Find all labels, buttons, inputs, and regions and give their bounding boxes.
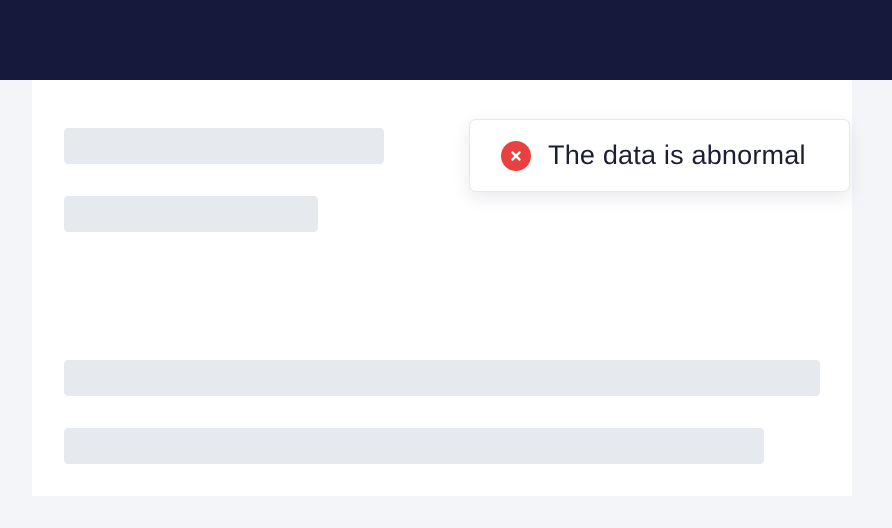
skeleton-line-title (64, 128, 384, 164)
skeleton-line-subtitle (64, 196, 318, 232)
error-toast: The data is abnormal (469, 119, 850, 192)
toast-message: The data is abnormal (548, 140, 806, 170)
error-circle-icon (501, 140, 531, 171)
skeleton-line-body (64, 360, 820, 396)
top-header-bar (0, 0, 892, 80)
skeleton-line-body (64, 428, 764, 464)
